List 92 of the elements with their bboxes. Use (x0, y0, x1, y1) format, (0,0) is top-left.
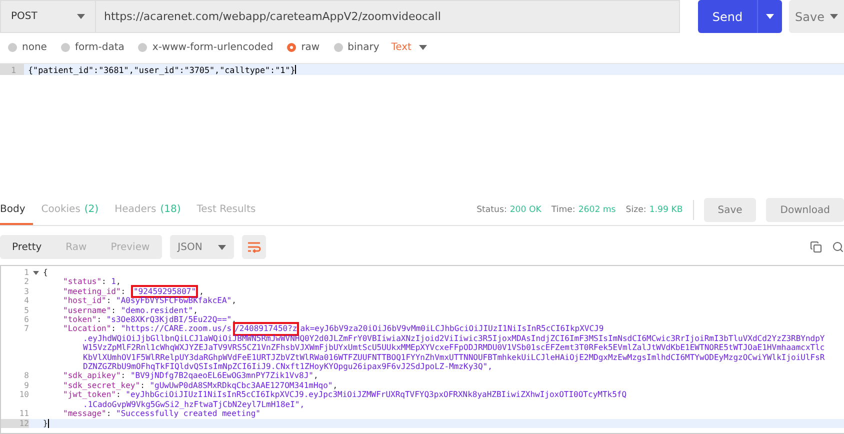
format-dropdown[interactable]: Text (391, 42, 428, 52)
code-token: { (43, 268, 48, 278)
fold-caret-icon[interactable] (33, 270, 39, 275)
code-token: "Successfully created meeting" (116, 409, 260, 418)
url-field[interactable]: https://acarenet.com/webapp/careteamAppV2/zoomvideocall (96, 0, 680, 33)
code-token: "s3Oe8XKrQ3KjdBI/5Eu22Q==" (106, 315, 232, 324)
code-token: : (96, 315, 103, 324)
code-token: "meeting_id" (63, 286, 121, 296)
code-token: : (111, 306, 117, 316)
method-dropdown[interactable]: POST (0, 0, 96, 33)
code-token: , (332, 380, 338, 390)
response-tab[interactable]: Body (0, 195, 34, 225)
line-number: 6 (23, 315, 29, 324)
code-token: : (116, 390, 121, 400)
line-number: 11 (18, 409, 29, 418)
code-token: "BV9jNDfg7B2qaeoEL6EwOG3mnPY7Zik1Vv8J" (130, 371, 314, 381)
highlighted-value: /2408917450?z (234, 324, 298, 334)
wrap-lines-button[interactable] (242, 235, 266, 259)
wrap-lines-icon (247, 241, 262, 253)
line-number: 1 (0, 64, 24, 75)
code-token: "eyJhbGciOiJIUzI1NiIsInR5cCI6IkpXVCJ9.eyJpc3MiOiJZMWFrUXRqTVFYQ3pxOFRXNk8yaHZBIiwiZXhwIjoxOTI0OTcyMTk5fQ (126, 390, 627, 400)
response-action-button[interactable]: Download (766, 198, 844, 222)
code-line: {"patient_id":"3681","user_id":"3705","calltype":"1"} (27, 64, 296, 74)
highlighted-value: "92459295807" (133, 286, 196, 296)
code-token: : (120, 371, 126, 381)
line-number: 10 (18, 390, 29, 402)
radio-button[interactable] (287, 42, 296, 52)
caret-icon (830, 14, 838, 19)
caret-icon (766, 14, 774, 19)
code-token: : (106, 296, 112, 306)
caret-icon (419, 44, 428, 50)
line-number: 2 (23, 277, 29, 287)
code-token: } (43, 418, 48, 428)
code-token: .eyJhdWQiOiJjbGllbnQiLCJ1aWQiOiJBMWN5RmJwWVNHQ0Y2d0JLZmFrY0VBIiwiaXNzIjoid2ViIiwic3R5IjoxMDAsIndjZCI6ImF3MSIsImNsdCI6MCwic3RrIjoiRmI3bTluVXdCd2YzZ3RBYndpY (82, 334, 825, 344)
code-token: , (232, 296, 236, 306)
line-number: 5 (23, 306, 29, 316)
caret-icon (218, 244, 226, 250)
radio-label[interactable]: raw (301, 42, 320, 52)
code-token: : (106, 409, 112, 418)
code-token: , (199, 286, 204, 296)
response-stat: Time: 2602 ms (551, 205, 616, 215)
code-token: : (120, 286, 127, 296)
code-token: "demo.resident" (120, 306, 194, 316)
send-button[interactable]: Send (698, 0, 782, 33)
radio-button[interactable] (60, 42, 70, 52)
line-number: 1 (23, 268, 29, 278)
caret-icon (77, 14, 85, 19)
code-token: "sdk_secret_key" (63, 380, 140, 390)
code-token: "gUwUwP0dA8SMxRDkqCbc3AAE127OM341mHqo" (150, 380, 333, 390)
radio-label[interactable]: none (22, 42, 47, 52)
line-number: 7 (23, 324, 29, 336)
code-token: "Location" (63, 324, 112, 334)
radio-button[interactable] (138, 42, 148, 52)
code-token: KbVlXUmhOV1F5WlRRelpUY3daRGhpWVdFeE1URTJZbVZtWlRWa016WTFZUUFNTTBOQ1FYYnZhVmxUTTNNOUFBTmhkekUiLCJleHAiOjE2MDgxMzEwMzgsImlhdCI6MTYwODEyMzgzOCwiYWlkIjoiUlFsR (82, 352, 825, 362)
code-token: "token" (63, 315, 97, 324)
code-token: "jwt_token" (63, 390, 116, 400)
code-token: DZNZGZRbU9mOFhqTkFIQldvQSIsImNpZCI6IiJ9.CNxft1ZHoyKYOpgu26ipax9F6vJ2SdJpoLZ-MmzKy3Q", (83, 362, 492, 372)
line-number: 4 (23, 296, 29, 306)
copy-icon[interactable] (810, 241, 822, 253)
code-token: : (111, 324, 116, 334)
line-number: 9 (23, 380, 29, 390)
code-token: , (193, 306, 198, 316)
code-token: , (116, 277, 121, 287)
save-button[interactable]: Save (789, 0, 844, 33)
radio-button[interactable] (8, 42, 17, 52)
line-number: 3 (23, 286, 29, 296)
radio-label[interactable]: form-data (74, 42, 124, 52)
response-stat: Size: 1.99 KB (626, 205, 683, 215)
code-token: ak=eyJ6bV9za20iOiJ6bV9vMm0iLCJhbGciOiJIUzI1NiIsInR5cCI6IkpXVCJ9 (300, 324, 604, 334)
code-token: "https://CARE.zoom.us/s (120, 324, 232, 334)
radio-label[interactable]: binary (348, 42, 380, 52)
code-token: , (313, 371, 318, 381)
line-number: 12 (1, 418, 29, 428)
view-mode-tab[interactable]: Pretty (0, 235, 54, 259)
response-stat: Status: 200 OK (476, 205, 542, 215)
code-token: : (102, 277, 108, 287)
code-token: "username" (63, 306, 112, 316)
code-token: "sdk_apikey" (63, 371, 121, 381)
code-token: 1 (111, 277, 116, 287)
code-token: "status" (63, 277, 102, 287)
code-token: .1CadoGvpW9Vkg5GwSi2_hzFtwaTjCbN2eyl7LmH18eI", (82, 400, 306, 410)
response-action-button[interactable]: Save (704, 198, 756, 222)
code-token: W15VzZpMlF2Rnl1cWhqWXJYZEJaTV9VRS5CZ1VnZFhsbVJXWmFjbUYxUmtScU5UUkxMMEpXYVcxeFFpODJRMDU0V1VSb01scEFZemt3T0RFek5EVmlZalJtWVdKbE1EWTNORE5tWTJOaE1HVmhaamcxTlc (82, 343, 825, 353)
code-token: "host_id" (63, 296, 106, 306)
code-token: : (140, 380, 146, 390)
format-dropdown[interactable]: JSON (170, 235, 234, 259)
radio-button[interactable] (334, 42, 343, 52)
radio-label[interactable]: x-www-form-urlencoded (152, 42, 274, 52)
line-number: 8 (23, 371, 29, 381)
code-token: "A0syFbVYSFCF6wBKfakcEA" (116, 296, 232, 306)
code-token: "message" (63, 409, 106, 418)
search-icon[interactable] (832, 241, 844, 253)
